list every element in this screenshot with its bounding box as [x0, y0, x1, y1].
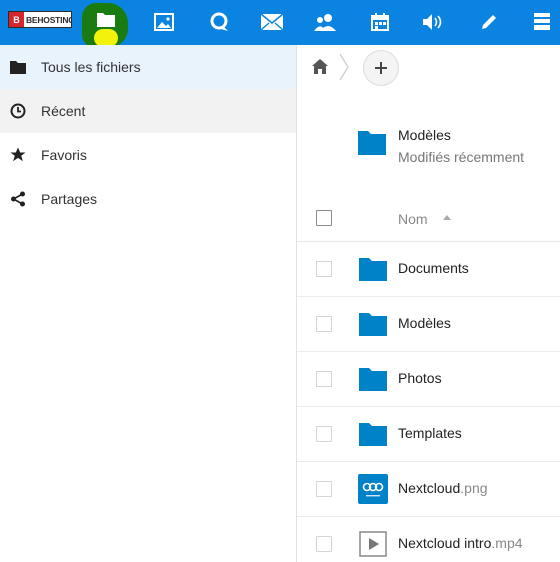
file-name[interactable]: Nextcloud intro.mp4 [398, 535, 523, 551]
app-calendar[interactable] [369, 11, 391, 33]
folder-icon [97, 13, 115, 27]
sidebar-item-recent[interactable]: Récent [0, 89, 296, 133]
select-all-checkbox[interactable] [316, 210, 332, 226]
clock-icon [10, 103, 26, 119]
app-audio[interactable] [423, 11, 445, 33]
sidebar-item-favorites[interactable]: Favoris [0, 133, 296, 177]
sidebar-item-label: Tous les fichiers [41, 59, 141, 75]
image-icon [154, 13, 174, 31]
stack-icon [534, 13, 550, 30]
plus-icon [375, 62, 387, 74]
table-row[interactable]: Modèles [297, 297, 560, 352]
calendar-icon [371, 13, 389, 31]
file-name[interactable]: Nextcloud.png [398, 480, 488, 496]
sidebar-item-label: Récent [41, 103, 86, 119]
contacts-icon [314, 14, 336, 31]
chat-bubble-icon [210, 12, 228, 31]
share-icon [10, 191, 26, 207]
recommended-file[interactable]: Modèles Modifiés récemment [297, 117, 560, 177]
folder-icon [358, 131, 386, 155]
recommended-file-subtitle: Modifiés récemment [398, 149, 525, 165]
app-photos[interactable] [153, 11, 175, 33]
pencil-icon [482, 15, 496, 29]
table-row[interactable]: Templates [297, 407, 560, 462]
app-deck[interactable] [531, 11, 553, 33]
star-icon [10, 147, 26, 163]
file-name[interactable]: Documents [398, 260, 469, 276]
file-name[interactable]: Modèles [398, 315, 451, 331]
file-name[interactable]: Templates [398, 425, 462, 441]
file-name[interactable]: Photos [398, 370, 442, 386]
folder-icon [359, 313, 387, 336]
add-new-button[interactable] [363, 50, 399, 86]
breadcrumb-separator [338, 53, 350, 81]
app-contacts[interactable] [314, 11, 336, 33]
app-talk[interactable] [208, 11, 230, 33]
folder-icon [10, 59, 26, 75]
column-header-name[interactable]: Nom [398, 211, 428, 227]
breadcrumb [297, 45, 560, 91]
row-checkbox[interactable] [316, 371, 332, 387]
brand-logo-text: BEHOSTINGS [25, 14, 71, 25]
speaker-icon [423, 14, 442, 30]
row-checkbox[interactable] [316, 426, 332, 442]
app-notes[interactable] [478, 11, 500, 33]
table-row[interactable]: Nextcloud.png [297, 462, 560, 517]
folder-icon [359, 368, 387, 391]
sidebar-item-shares[interactable]: Partages [0, 177, 296, 221]
folder-icon [359, 423, 387, 446]
row-checkbox[interactable] [316, 536, 332, 552]
file-list-header: Nom [297, 197, 560, 242]
top-header: B BEHOSTINGS [0, 0, 560, 47]
brand-logo[interactable]: B BEHOSTINGS [8, 11, 72, 28]
row-checkbox[interactable] [316, 261, 332, 277]
table-row[interactable]: Photos [297, 352, 560, 407]
home-icon[interactable] [312, 59, 328, 75]
recommended-file-name: Modèles [398, 127, 451, 143]
app-mail[interactable] [261, 11, 283, 33]
row-checkbox[interactable] [316, 316, 332, 332]
app-files[interactable] [82, 3, 128, 47]
table-row[interactable]: Nextcloud intro.mp4 [297, 517, 560, 562]
file-list-area: Modèles Modifiés récemment Nom Documents… [297, 45, 560, 562]
sidebar-item-label: Favoris [41, 147, 87, 163]
sidebar: Tous les fichiers Récent Favoris Partage… [0, 45, 297, 562]
folder-icon [359, 258, 387, 281]
brand-logo-mark: B [9, 12, 24, 27]
row-checkbox[interactable] [316, 481, 332, 497]
video-file-icon [359, 531, 387, 557]
sidebar-item-label: Partages [41, 191, 98, 207]
sidebar-item-all-files[interactable]: Tous les fichiers [0, 45, 296, 89]
image-thumbnail-icon [358, 474, 388, 504]
sort-up-icon [443, 215, 451, 220]
table-row[interactable]: Documents [297, 242, 560, 297]
envelope-icon [261, 14, 283, 30]
